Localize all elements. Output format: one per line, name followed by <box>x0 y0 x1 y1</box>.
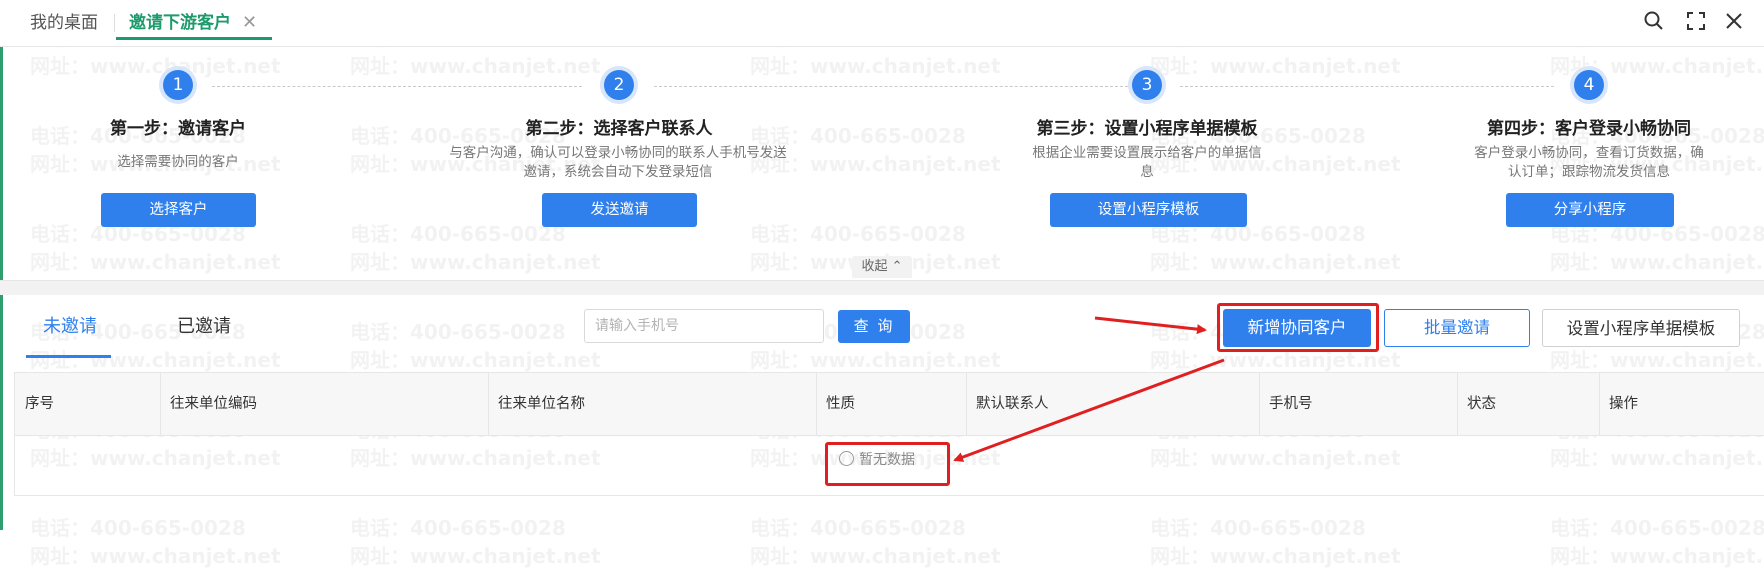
tab-uninvited[interactable]: 未邀请 <box>43 312 97 342</box>
watermark-text: 网址：www.chanjet.net <box>1150 544 1401 568</box>
watermark-text: 网址：www.chanjet.net <box>30 250 281 274</box>
watermark-text: 网址：www.chanjet.net <box>1150 54 1401 78</box>
query-button[interactable]: 查 询 <box>838 310 910 343</box>
phone-search-input[interactable] <box>584 309 824 343</box>
tab-invited[interactable]: 已邀请 <box>177 312 231 342</box>
tab-divider <box>114 14 115 32</box>
step-3-title: 第三步：设置小程序单据模板 <box>1036 119 1258 139</box>
header-default-contact: 默认联系人 <box>976 396 1049 412</box>
subtab-underline <box>26 355 111 358</box>
search-icon[interactable] <box>1642 10 1666 34</box>
share-miniprogram-button[interactable]: 分享小程序 <box>1506 193 1674 227</box>
watermark-text: 电话：400-665-0028 <box>30 516 246 540</box>
step-2-number: 2 <box>604 70 634 100</box>
header-nature: 性质 <box>826 396 855 412</box>
header-status: 状态 <box>1467 396 1496 412</box>
watermark-text: 电话：400-665-0028 <box>750 516 966 540</box>
step-1-title: 第一步：邀请客户 <box>110 119 246 139</box>
watermark-text: 电话：400-665-0028 <box>1550 516 1764 540</box>
select-customer-button[interactable]: 选择客户 <box>101 193 256 227</box>
header-partner-name: 往来单位名称 <box>498 396 585 412</box>
step-connector <box>654 86 1128 87</box>
watermark-text: 网址：www.chanjet.net <box>350 348 601 372</box>
table-header: 序号 往来单位编码 往来单位名称 性质 默认联系人 手机号 状态 操作 <box>15 373 1764 436</box>
watermark-text: 网址：www.chanjet.net <box>750 544 1001 568</box>
watermark-text: 网址：www.chanjet.net <box>350 544 601 568</box>
annotation-highlight-empty <box>825 442 950 486</box>
step-2-description: 与客户沟通，确认可以登录小畅协同的联系人手机号发送邀请，系统会自动下发登录短信 <box>449 145 787 180</box>
set-miniprogram-template-button[interactable]: 设置小程序模板 <box>1050 193 1247 227</box>
watermark-text: 电话：400-665-0028 <box>350 222 566 246</box>
step-1-description: 选择需要协同的客户 <box>117 154 239 170</box>
watermark-text: 网址：www.chanjet.net <box>750 348 1001 372</box>
step-4-number: 4 <box>1574 70 1604 100</box>
collapse-band <box>0 280 1764 295</box>
watermark-text: 网址：www.chanjet.net <box>30 348 281 372</box>
header-partner-code: 往来单位编码 <box>170 396 257 412</box>
header-actions: 操作 <box>1609 396 1638 412</box>
collapse-toggle[interactable]: 收起 ⌃ <box>852 256 912 278</box>
header-phone: 手机号 <box>1269 396 1313 412</box>
watermark-text: 网址：www.chanjet.net <box>350 250 601 274</box>
header-index: 序号 <box>25 396 54 412</box>
watermark-text: 网址：www.chanjet.net <box>1550 348 1764 372</box>
step-1-number: 1 <box>163 70 193 100</box>
tab-close-icon[interactable]: ✕ <box>242 12 257 34</box>
watermark-text: 网址：www.chanjet.net <box>350 54 601 78</box>
step-connector <box>212 86 582 87</box>
tab-home[interactable]: 我的桌面 <box>30 0 98 46</box>
close-window-icon[interactable] <box>1722 10 1746 34</box>
watermark-text: 电话：400-665-0028 <box>350 320 566 344</box>
step-4-title: 第四步：客户登录小畅协同 <box>1487 119 1691 139</box>
fullscreen-icon[interactable] <box>1684 10 1708 34</box>
step-3-number: 3 <box>1132 70 1162 100</box>
watermark-text: 电话：400-665-0028 <box>350 516 566 540</box>
watermark-text: 网址：www.chanjet.net <box>1550 250 1764 274</box>
watermark-text: 网址：www.chanjet.net <box>1150 250 1401 274</box>
watermark-text: 网址：www.chanjet.net <box>30 544 281 568</box>
step-4-description: 客户登录小畅协同，查看订货数据，确认订单；跟踪物流发货信息 <box>1474 145 1704 180</box>
step-connector <box>1180 86 1554 87</box>
active-tab-underline <box>116 37 272 40</box>
send-invite-button[interactable]: 发送邀请 <box>542 193 697 227</box>
left-edge-bar <box>0 0 3 530</box>
step-2-title: 第二步：选择客户联系人 <box>525 119 713 139</box>
watermark-text: 电话：400-665-0028 <box>750 222 966 246</box>
watermark-text: 网址：www.chanjet.net <box>1550 544 1764 568</box>
set-document-template-button[interactable]: 设置小程序单据模板 <box>1542 309 1740 347</box>
watermark-text: 电话：400-665-0028 <box>1150 516 1366 540</box>
batch-invite-button[interactable]: 批量邀请 <box>1384 309 1530 347</box>
step-3-description: 根据企业需要设置展示给客户的单据信息 <box>1032 145 1262 180</box>
watermark-text: 网址：www.chanjet.net <box>750 54 1001 78</box>
annotation-highlight-add-button <box>1217 303 1379 352</box>
watermark-text: 网址：www.chanjet.net <box>30 54 281 78</box>
arrow-to-add-button <box>1094 316 1207 335</box>
